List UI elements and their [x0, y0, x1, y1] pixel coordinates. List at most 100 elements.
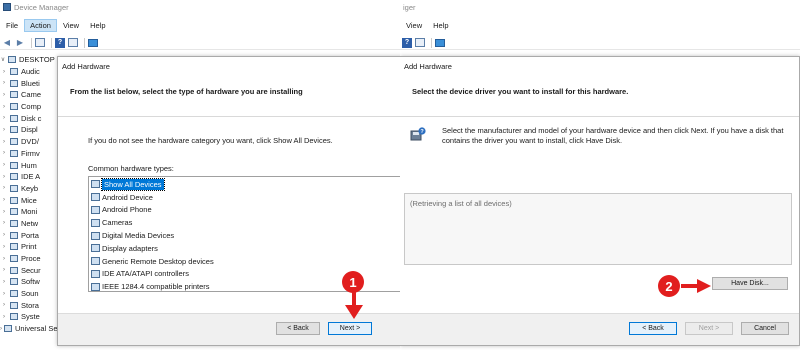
menu-action[interactable]: Action [24, 18, 57, 32]
chevron-right-icon[interactable]: › [0, 162, 8, 168]
chevron-right-icon[interactable]: › [0, 244, 8, 250]
hardware-type-item[interactable]: Generic Remote Desktop devices [89, 255, 400, 268]
next-button[interactable]: Next > [685, 322, 733, 335]
chevron-right-icon[interactable]: › [0, 115, 8, 121]
back-button[interactable]: < Back [629, 322, 677, 335]
hardware-type-item[interactable]: Show All Devices [89, 177, 400, 191]
tree-item[interactable]: › Softw [0, 276, 62, 288]
chevron-right-icon[interactable]: › [0, 127, 8, 133]
tree-item[interactable]: › Netw [0, 218, 62, 230]
tree-item-label: Stora [21, 300, 39, 310]
cancel-button[interactable]: Cancel [741, 322, 789, 335]
tree-item[interactable]: › Print [0, 241, 62, 253]
chevron-right-icon[interactable]: › [0, 185, 8, 191]
view-icon[interactable] [415, 38, 425, 48]
right-arrow-icon [681, 279, 711, 293]
device-category-icon [10, 114, 18, 122]
chevron-right-icon[interactable]: › [0, 69, 8, 75]
tree-item-label: Moni [21, 207, 38, 217]
toolbar-divider [51, 37, 52, 48]
device-category-icon [10, 184, 18, 192]
chevron-right-icon[interactable]: › [0, 267, 8, 273]
chevron-right-icon[interactable]: › [0, 174, 8, 180]
step-marker-2: 2 [658, 275, 680, 297]
tree-item[interactable]: › Porta [0, 229, 62, 241]
chevron-right-icon[interactable]: › [0, 291, 8, 297]
tree-item-label: Disk c [21, 113, 42, 123]
chevron-right-icon[interactable]: › [0, 209, 8, 215]
help-icon[interactable]: ? [55, 37, 65, 48]
tree-item[interactable]: › Syste [0, 311, 62, 323]
back-button[interactable]: < Back [276, 322, 320, 335]
properties-icon[interactable] [35, 38, 45, 48]
hardware-type-label: IDE ATA/ATAPI controllers [102, 269, 189, 279]
hardware-type-item[interactable]: Digital Media Devices [89, 229, 400, 242]
device-category-icon [10, 173, 18, 181]
chevron-right-icon[interactable]: › [0, 139, 8, 145]
chevron-right-icon[interactable]: › [0, 92, 8, 98]
tree-item[interactable]: › IDE A [0, 171, 62, 183]
monitor-icon[interactable] [88, 38, 98, 48]
device-category-icon [10, 266, 18, 274]
hardware-type-item[interactable]: Android Phone [89, 204, 400, 217]
hardware-type-label: Generic Remote Desktop devices [102, 256, 214, 266]
hardware-type-item[interactable]: Display adapters [89, 242, 400, 255]
chevron-right-icon[interactable]: › [0, 314, 8, 320]
chevron-right-icon[interactable]: › [0, 150, 8, 156]
chevron-down-icon[interactable]: ∨ [0, 56, 6, 63]
menu-view[interactable]: View [401, 20, 427, 31]
device-category-icon [10, 278, 18, 286]
tree-item[interactable]: › Mice [0, 194, 62, 206]
device-category-icon [10, 231, 18, 239]
dialog-title: Add Hardware [62, 62, 110, 71]
chevron-right-icon[interactable]: › [0, 326, 2, 332]
menu-file[interactable]: File [1, 20, 23, 31]
chevron-right-icon[interactable]: › [0, 279, 8, 285]
chevron-right-icon[interactable]: › [0, 220, 8, 226]
tree-item[interactable]: › Comp [0, 101, 62, 113]
tree-item-label: Firmv [21, 148, 40, 158]
chevron-right-icon[interactable]: › [0, 256, 8, 262]
dialog-footer: < Back Next > Cancel [400, 313, 799, 345]
menu-help[interactable]: Help [85, 20, 110, 31]
tree-item[interactable]: › Proce [0, 253, 62, 265]
toolbar: ? [400, 36, 800, 50]
menu-view[interactable]: View [58, 20, 84, 31]
tree-item[interactable]: › Came [0, 89, 62, 101]
computer-icon [8, 56, 16, 64]
have-disk-button[interactable]: Have Disk... [712, 277, 788, 290]
tree-item[interactable]: › Disk c [0, 112, 62, 124]
chevron-right-icon[interactable]: › [0, 104, 8, 110]
tree-item[interactable]: › Secur [0, 264, 62, 276]
hardware-type-label: Android Phone [102, 205, 152, 215]
back-arrow-icon[interactable]: ◀ [2, 38, 12, 48]
forward-arrow-icon[interactable]: ▶ [15, 38, 25, 48]
menu-help[interactable]: Help [428, 20, 453, 31]
monitor-icon[interactable] [435, 38, 445, 48]
tree-item[interactable]: › Hum [0, 159, 62, 171]
tree-item[interactable]: ›Universal Serial Bus controllers [0, 323, 119, 335]
tree-item[interactable]: › Firmv [0, 148, 62, 160]
hardware-type-item[interactable]: Cameras [89, 216, 400, 229]
chevron-right-icon[interactable]: › [0, 232, 8, 238]
chevron-right-icon[interactable]: › [0, 302, 8, 308]
tree-item[interactable]: › Stora [0, 299, 62, 311]
chevron-right-icon[interactable]: › [0, 197, 8, 203]
chevron-right-icon[interactable]: › [0, 80, 8, 86]
next-button[interactable]: Next > [328, 322, 372, 335]
driver-list[interactable]: (Retrieving a list of all devices) [404, 193, 792, 265]
tree-item[interactable]: › Moni [0, 206, 62, 218]
tree-item[interactable]: › Blueti [0, 77, 62, 89]
tree-item-label: Comp [21, 102, 42, 112]
help-icon[interactable]: ? [402, 37, 412, 48]
device-manager-left-pane: Device Manager File Action View Help ◀ ▶… [0, 0, 400, 350]
tree-item[interactable]: › DVD/ [0, 136, 62, 148]
view-icon[interactable] [68, 38, 78, 48]
hardware-type-item[interactable]: Android Device [89, 191, 400, 204]
tree-item[interactable]: › Keyb [0, 183, 62, 195]
tree-root[interactable]: ∨ DESKTOP [0, 54, 62, 66]
tree-item[interactable]: › Soun [0, 288, 62, 300]
tree-item[interactable]: › Audic [0, 66, 62, 78]
tree-item[interactable]: › Displ [0, 124, 62, 136]
tree-item-label: Soun [21, 289, 39, 299]
